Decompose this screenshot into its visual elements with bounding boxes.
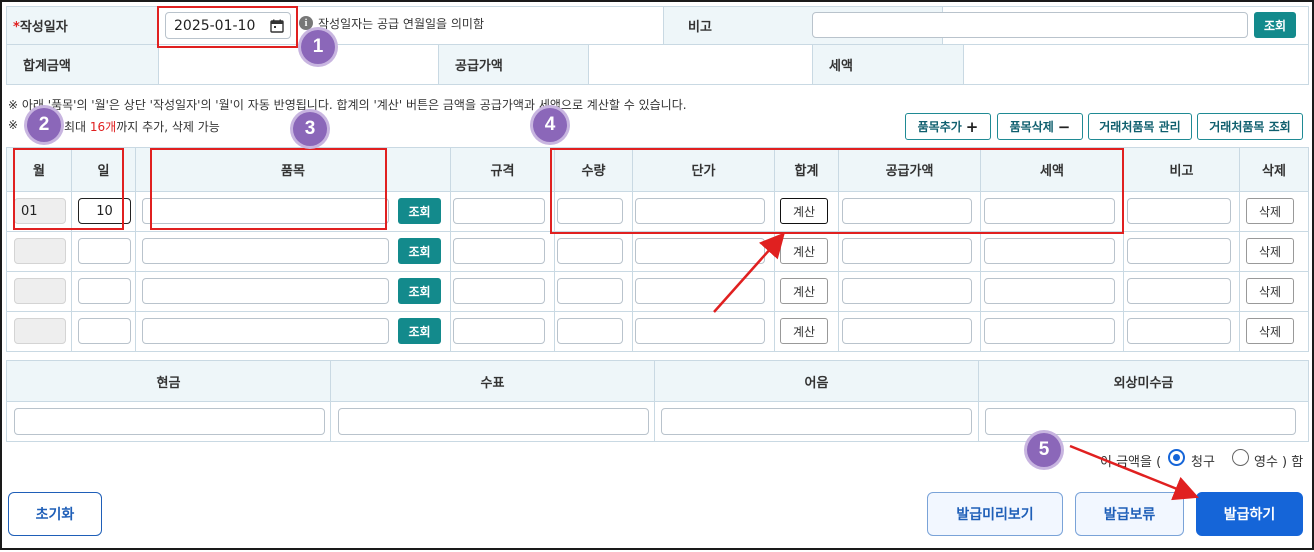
arrow-to-calc xyxy=(713,232,785,313)
annotation-badge-2: 2 xyxy=(27,108,61,142)
annotation-badge-3: 3 xyxy=(293,112,327,146)
annotation-badge-5: 5 xyxy=(1027,433,1061,467)
invoice-form: *작성일자 비고 합계금액 공급가액 세액 2025-01-10 i 작성일자는… xyxy=(0,0,1314,550)
annotation-badge-1: 1 xyxy=(301,30,335,64)
arrow-overlay xyxy=(713,232,1199,501)
arrow-to-issue xyxy=(1069,444,1199,501)
annotation-badge-4: 4 xyxy=(533,108,567,142)
